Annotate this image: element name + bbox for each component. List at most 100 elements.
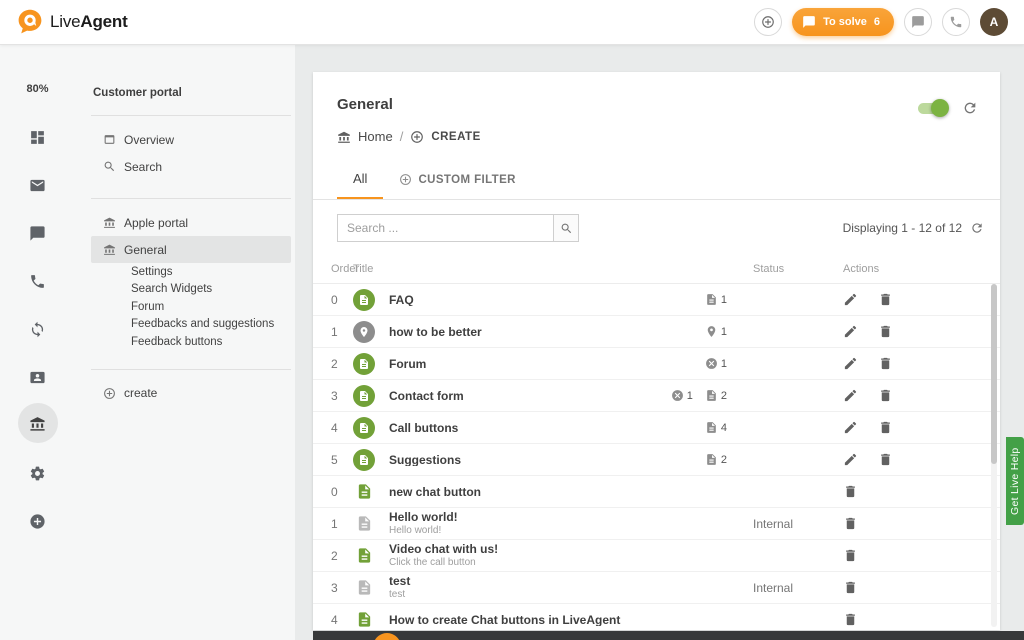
sidebar-item-create[interactable]: create [91, 380, 291, 407]
panel-head: General Home / CREATE [313, 72, 1000, 144]
row-status: Internal [735, 581, 833, 595]
delete-button[interactable] [878, 356, 893, 371]
table-row: 5 Suggestions 2 [313, 444, 1000, 476]
sidebar-item-apple-portal[interactable]: Apple portal [91, 209, 291, 236]
displaying-count: Displaying 1 - 12 of 12 [843, 221, 962, 235]
edit-button[interactable] [843, 420, 858, 435]
chats-icon[interactable] [0, 225, 75, 242]
refresh-icon[interactable] [962, 100, 978, 116]
table-row: 3testtestInternal [313, 572, 1000, 604]
plus-circle-icon [399, 173, 412, 186]
row-order: 5 [327, 453, 353, 467]
row-title[interactable]: Contact form [389, 390, 625, 402]
delete-button[interactable] [878, 452, 893, 467]
delete-button[interactable] [878, 420, 893, 435]
tab-all[interactable]: All [337, 160, 383, 199]
addons-icon[interactable] [0, 513, 75, 530]
delete-button[interactable] [843, 548, 858, 563]
edit-button[interactable] [843, 292, 858, 307]
search-input[interactable] [337, 214, 553, 242]
circle-doc-icon [353, 417, 375, 439]
chats-button[interactable] [904, 8, 932, 36]
cross-circle-icon [705, 357, 718, 370]
to-solve-button[interactable]: To solve 6 [792, 8, 894, 36]
sidebar-item-label: Apple portal [124, 216, 188, 230]
row-order: 0 [327, 293, 353, 307]
liveagent-logo[interactable]: LiveAgent [16, 8, 128, 36]
scrollbar-track[interactable] [991, 284, 997, 627]
settings-icon[interactable] [0, 465, 75, 482]
sidebar-subitem-forum[interactable]: Forum [91, 298, 291, 316]
table-row: 2Video chat with us!Click the call butto… [313, 540, 1000, 572]
edit-button[interactable] [843, 452, 858, 467]
search-button[interactable] [553, 214, 579, 242]
row-actions [833, 580, 984, 595]
delete-button[interactable] [843, 484, 858, 499]
doc-icon [705, 293, 718, 306]
sidebar-item-search[interactable]: Search [91, 153, 291, 180]
row-title[interactable]: new chat button [389, 486, 625, 498]
tab-custom-filter[interactable]: CUSTOM FILTER [383, 160, 531, 199]
row-badges: 1 [625, 293, 735, 306]
search-icon [103, 160, 116, 173]
edit-button[interactable] [843, 388, 858, 403]
automation-icon[interactable] [0, 321, 75, 338]
delete-button[interactable] [843, 580, 858, 595]
circle-doc-icon [353, 385, 375, 407]
scrollbar-thumb[interactable] [991, 284, 997, 464]
user-avatar[interactable]: A [980, 8, 1008, 36]
circle-pin-icon [353, 321, 375, 343]
column-title: Title [353, 263, 625, 275]
row-title[interactable]: testtest [389, 575, 625, 600]
sidebar-subitem-search-widgets[interactable]: Search Widgets [91, 281, 291, 299]
edit-button[interactable] [843, 356, 858, 371]
column-order: Order [327, 263, 353, 275]
row-title[interactable]: Video chat with us!Click the call button [389, 543, 625, 568]
calls-button[interactable] [942, 8, 970, 36]
row-title[interactable]: FAQ [389, 294, 625, 306]
top-header: LiveAgent To solve 6 A [0, 0, 1024, 45]
delete-button[interactable] [878, 388, 893, 403]
to-solve-count: 6 [874, 16, 880, 28]
sidebar-subitem-feedback-buttons[interactable]: Feedback buttons [91, 333, 291, 351]
edit-button[interactable] [843, 324, 858, 339]
row-badges: 12 [625, 389, 735, 402]
delete-button[interactable] [878, 292, 893, 307]
customer-portal-icon-active[interactable] [18, 403, 58, 443]
delete-button[interactable] [843, 516, 858, 531]
chat-widget-button[interactable] [373, 633, 401, 640]
tickets-icon[interactable] [0, 177, 75, 194]
contacts-icon[interactable] [0, 369, 75, 386]
row-order: 0 [327, 485, 353, 499]
breadcrumb-create[interactable]: CREATE [431, 131, 480, 143]
portal-enabled-toggle[interactable] [918, 103, 946, 114]
row-actions [833, 484, 984, 499]
cross-circle-badge: 1 [705, 357, 727, 370]
sidebar-subitem-settings[interactable]: Settings [91, 263, 291, 281]
row-actions [833, 356, 984, 371]
plus-circle-icon [410, 130, 424, 144]
row-title[interactable]: Hello world!Hello world! [389, 511, 625, 536]
delete-button[interactable] [878, 324, 893, 339]
row-title[interactable]: Forum [389, 358, 625, 370]
row-title[interactable]: How to create Chat buttons in LiveAgent [389, 614, 625, 626]
add-button[interactable] [754, 8, 782, 36]
calls-icon[interactable] [0, 273, 75, 290]
dashboard-icon[interactable] [0, 129, 75, 146]
row-order: 1 [327, 517, 353, 531]
head-tools [918, 100, 978, 116]
row-actions [833, 516, 984, 531]
row-title[interactable]: Suggestions [389, 454, 625, 466]
delete-button[interactable] [843, 612, 858, 627]
get-live-help-button[interactable]: Get Live Help [1006, 437, 1024, 525]
sidebar-item-general[interactable]: General [91, 236, 291, 263]
table-row: 4How to create Chat buttons in LiveAgent [313, 604, 1000, 630]
row-title[interactable]: Call buttons [389, 422, 625, 434]
row-title[interactable]: how to be better [389, 326, 625, 338]
refresh-icon[interactable] [970, 221, 984, 235]
sidebar-item-overview[interactable]: Overview [91, 126, 291, 153]
row-actions [833, 452, 984, 467]
breadcrumb-home[interactable]: Home [358, 129, 393, 144]
doc-badge: 2 [705, 453, 727, 466]
sidebar-subitem-feedbacks[interactable]: Feedbacks and suggestions [91, 316, 291, 334]
